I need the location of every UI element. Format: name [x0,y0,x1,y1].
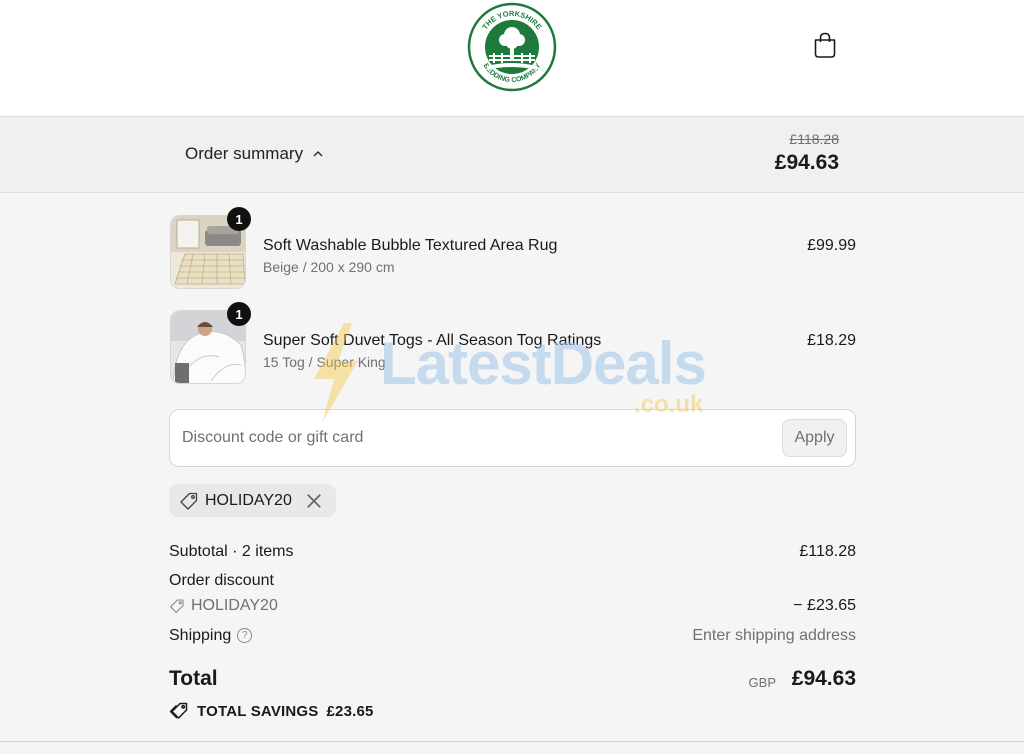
item-title: Soft Washable Bubble Textured Area Rug [263,237,558,254]
total-label: Total [169,667,218,690]
order-discount-value: − £23.65 [793,597,856,614]
savings-value: £23.65 [326,702,374,720]
apply-discount-button[interactable]: Apply [782,419,847,457]
help-icon[interactable]: ? [237,628,253,643]
discount-code-input[interactable] [170,410,770,466]
tag-icon [170,599,184,613]
quantity-badge: 1 [227,302,251,326]
order-summary-toggle[interactable]: Order summary [185,144,325,164]
tags-icon [169,702,188,719]
subtotal-row: Subtotal · 2 items £118.28 [169,543,856,561]
order-discount-row: Order discount [169,572,856,590]
discount-code-form: Apply [169,409,856,467]
line-item: 1 Super Soft Duvet Togs - All Season Tog… [170,302,856,386]
bottom-divider [0,741,1024,742]
order-discount-code-row: HOLIDAY20 − £23.65 [169,597,856,615]
order-summary-label: Order summary [185,144,304,163]
order-discount-label: Order discount [169,572,274,589]
item-price: £18.29 [807,332,856,349]
total-currency: GBP [748,675,776,690]
original-total: £118.28 [789,131,839,147]
subtotal-value: £118.28 [799,543,856,560]
item-title: Super Soft Duvet Togs - All Season Tog R… [263,332,602,349]
subtotal-label: Subtotal · 2 items [169,543,294,560]
order-summary-panel: 1 Soft Washable Bubble Textured Area Rug… [0,193,1024,754]
summary-total: £94.63 [774,151,839,174]
line-item: 1 Soft Washable Bubble Textured Area Rug… [170,207,856,291]
item-variant: 15 Tog / Super King [263,354,386,370]
order-summary-bar: Order summary £118.28 £94.63 [0,117,1024,193]
total-value: £94.63 [791,667,856,690]
savings-label: TOTAL SAVINGS [197,702,319,720]
order-discount-code-text: HOLIDAY20 [191,597,278,614]
shopping-bag-icon[interactable] [812,30,838,60]
site-header: THE YORKSHIRE BEDDING COMPANY [0,0,1024,117]
item-variant: Beige / 200 x 290 cm [263,259,395,275]
item-price: £99.99 [807,237,856,254]
chevron-up-icon [313,150,323,157]
applied-discount-chip: HOLIDAY20 [169,484,336,517]
shipping-label: Shipping [169,627,232,644]
tag-icon [180,492,198,510]
applied-discount-code: HOLIDAY20 [205,491,292,509]
brand-logo[interactable]: THE YORKSHIRE BEDDING COMPANY [467,2,557,92]
shipping-value: Enter shipping address [692,627,856,644]
total-savings: TOTAL SAVINGS £23.65 [169,701,374,721]
shipping-row: Shipping? Enter shipping address [169,627,856,645]
order-discount-code: HOLIDAY20 [169,597,856,615]
quantity-badge: 1 [227,207,251,231]
remove-discount-icon[interactable] [304,491,324,511]
